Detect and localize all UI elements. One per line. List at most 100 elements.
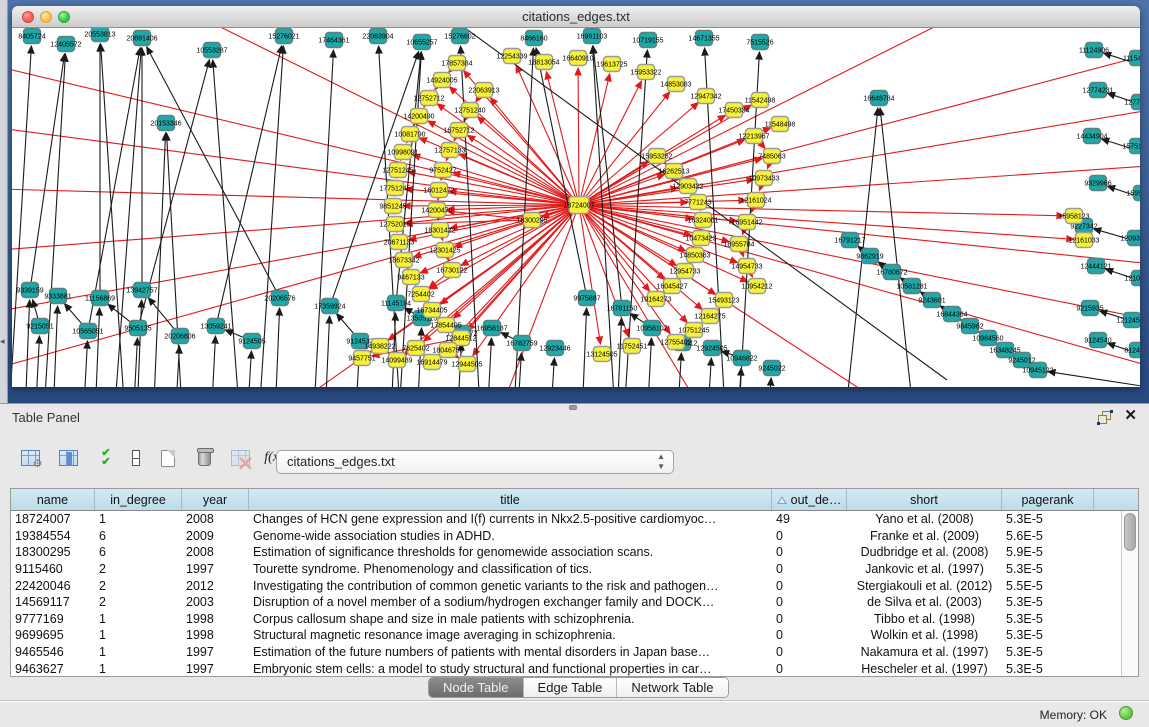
graph-node[interactable]: 9245022 [758,361,785,376]
graph-node[interactable]: 7625402 [402,341,429,356]
graph-node[interactable]: 20153346 [150,116,181,131]
graph-node[interactable]: 10655257 [406,35,437,50]
graph-node[interactable]: 10473423 [685,231,716,246]
graph-node[interactable]: 12954733 [669,264,700,279]
graph-node[interactable]: 12161024 [740,193,771,208]
tab-node-table[interactable]: Node Table [429,678,524,697]
column-header-1[interactable]: in_degree [95,489,182,510]
graph-node[interactable]: 16781150 [607,301,638,316]
close-panel-icon[interactable]: ✕ [1124,408,1137,424]
table-source-dropdown[interactable]: citations_edges.txt ▲▼ [276,450,674,474]
graph-node[interactable]: 11548498 [765,117,796,132]
graph-node[interactable]: 12405572 [50,37,81,52]
graph-node[interactable]: 9124505 [238,334,265,349]
tab-network-table[interactable]: Network Table [617,678,727,697]
graph-node[interactable]: 20691406 [126,31,157,46]
graph-node[interactable]: 16791217 [834,233,865,248]
graph-node[interactable]: 12254339 [496,49,527,64]
column-header-3[interactable]: title [249,489,772,510]
graph-node[interactable]: 12774235 [1124,95,1140,110]
graph-node[interactable]: 9851245 [379,199,406,214]
graph-node[interactable]: 12774231 [1082,83,1113,98]
table-row[interactable]: 2242004622012Investigating the contribut… [11,577,1138,594]
graph-node[interactable]: 18673342 [388,253,419,268]
graph-node[interactable]: 12213967 [738,129,769,144]
graph-node[interactable]: 14853083 [660,77,691,92]
graph-node[interactable]: 12161033 [1068,233,1099,248]
graph-node[interactable]: 12103548 [1124,271,1140,286]
graph-node[interactable]: 8405724 [18,29,45,44]
column-header-0[interactable]: name [11,489,95,510]
graph-node[interactable]: 16752712 [443,123,474,138]
graph-node[interactable]: 12923446 [539,341,570,356]
graph-node[interactable]: 9505135 [124,321,151,336]
graph-node[interactable]: 14200490 [403,109,434,124]
graph-node[interactable]: 20206576 [264,291,295,306]
graph-node[interactable]: 9124540 [1084,333,1111,348]
column-header-5[interactable]: short [847,489,1002,510]
graph-node[interactable]: 12903422 [672,179,703,194]
network-window-titlebar[interactable]: citations_edges.txt [12,6,1140,28]
panel-divider-handle[interactable] [569,405,577,410]
graph-node[interactable]: 22063913 [468,83,499,98]
table-row[interactable]: 977716911998Corpus callosum shape and si… [11,611,1138,628]
graph-node[interactable]: 9845962 [956,319,983,334]
graph-node[interactable]: 15751074 [1122,139,1140,154]
network-canvas[interactable]: 8405724124055722055381320691406105532871… [12,28,1140,387]
table-row[interactable]: 911546021997Tourette syndrome. Phenomeno… [11,561,1138,578]
graph-node[interactable]: 17464361 [318,33,349,48]
graph-node[interactable]: 10553287 [196,43,227,58]
row-height-button[interactable] [120,442,152,474]
graph-node[interactable]: 12924505 [696,341,727,356]
graph-node[interactable]: 17751245 [379,181,410,196]
graph-node[interactable]: 9975887 [573,291,600,306]
graph-node[interactable]: 15493123 [708,293,739,308]
graph-node[interactable]: 12093582 [1120,231,1140,246]
graph-node[interactable]: 7485063 [758,149,785,164]
graph-node[interactable]: 9243601 [918,293,945,308]
show-columns-button[interactable] [52,442,84,474]
table-row[interactable]: 1938455462009Genome-wide association stu… [11,528,1138,545]
graph-node[interactable]: 16262513 [658,164,689,179]
graph-node[interactable]: 10581281 [896,279,927,294]
graph-node[interactable]: 9329966 [1084,176,1111,191]
graph-node[interactable]: 9467133 [397,270,424,285]
graph-node[interactable]: 11124906 [1079,43,1109,58]
table-options-button[interactable]: ⚙ [14,442,46,474]
graph-node[interactable]: 12301425 [429,243,460,258]
graph-node[interactable]: 12444121 [1080,259,1111,274]
graph-node[interactable]: 13059241 [200,319,231,334]
graph-node[interactable]: 19613725 [596,57,627,72]
graph-node[interactable]: 7515526 [746,35,773,50]
column-header-4[interactable]: out_de… [772,489,847,510]
graph-node[interactable]: 16780672 [876,265,907,280]
graph-node[interactable]: 20206806 [164,329,195,344]
graph-node[interactable]: 10081790 [394,127,425,142]
graph-node[interactable]: 12124549 [1116,313,1140,328]
graph-node[interactable]: 14924005 [426,73,457,88]
graph-node[interactable]: 16951442 [731,215,762,230]
graph-node[interactable]: 17450334 [718,103,749,118]
graph-node[interactable]: 16961103 [577,29,608,44]
graph-node[interactable]: 13942757 [126,283,157,298]
select-all-columns-button[interactable]: ✔✔ [90,442,122,474]
graph-node[interactable]: 16640910 [562,51,593,66]
graph-node[interactable]: 12164275 [694,309,725,324]
table-row[interactable]: 1830029562008Estimation of significance … [11,544,1138,561]
graph-node[interactable]: 15953322 [630,65,661,80]
graph-node[interactable]: 22063904 [362,29,393,44]
graph-node[interactable]: 12947342 [690,89,721,104]
graph-node[interactable]: 9457751 [348,351,375,366]
graph-node[interactable]: 14954733 [731,259,762,274]
graph-node[interactable]: 15276602 [444,29,475,44]
new-attribute-button[interactable] [152,442,184,474]
scrollbar-thumb[interactable] [1124,513,1136,551]
graph-node[interactable]: 10998091 [387,145,418,160]
graph-node[interactable]: 13124505 [586,347,617,362]
graph-node[interactable]: 15276021 [268,29,299,44]
tab-edge-table[interactable]: Edge Table [524,678,618,697]
graph-node[interactable]: 11154907 [1123,51,1140,66]
graph-node[interactable]: 11156869 [85,291,115,306]
graph-node[interactable]: 8124502 [1124,343,1140,358]
graph-node[interactable]: 8466160 [520,31,547,46]
